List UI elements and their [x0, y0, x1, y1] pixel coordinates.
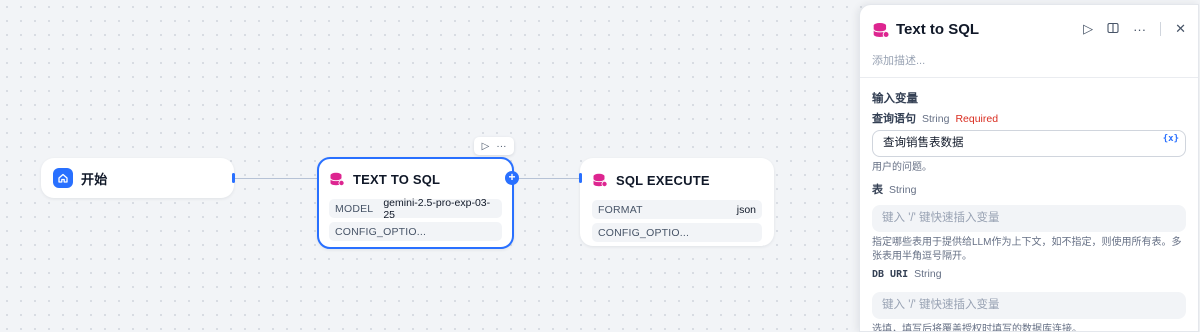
split-view-icon[interactable]	[1107, 22, 1119, 37]
node-settings-panel: Text to SQL ▷ ··· ✕ 添加描述... 输入变量 查询语句 St…	[859, 4, 1199, 332]
field-query: 查询语句 String Required 查询销售表数据 {x} 用户的问题。	[860, 110, 1198, 175]
param-key: FORMAT	[598, 203, 643, 216]
database-icon	[329, 171, 345, 187]
play-icon[interactable]: ▷	[1083, 21, 1093, 37]
node-sql-execute-input-port[interactable]	[579, 173, 582, 183]
divider	[1160, 22, 1162, 36]
node-start[interactable]: 开始	[41, 158, 234, 198]
param-key: CONFIG_OPTIO...	[335, 225, 427, 238]
node-start-output-port[interactable]	[232, 173, 235, 183]
field-label: DB URI String	[872, 268, 1186, 286]
field-name: DB URI	[872, 269, 909, 280]
node-sql-execute[interactable]: SQL EXECUTE FORMAT json CONFIG_OPTIO...	[580, 158, 774, 246]
param-value: gemini-2.5-pro-exp-03-25	[383, 196, 491, 221]
panel-header: Text to SQL ▷ ··· ✕	[860, 5, 1198, 53]
field-hint: 选填，填写后将覆盖授权时填写的数据库连接。	[872, 324, 1082, 332]
add-next-node-button[interactable]: +	[505, 171, 519, 185]
node-param-config-options: CONFIG_OPTIO...	[592, 223, 762, 242]
db-uri-input[interactable]: 键入 '/' 键快速插入变量	[872, 292, 1186, 319]
query-input[interactable]: 查询销售表数据 {x}	[872, 130, 1186, 157]
node-param-model: MODEL gemini-2.5-pro-exp-03-25	[329, 196, 502, 221]
field-db-uri: DB URI String 键入 '/' 键快速插入变量 选填，填写后将覆盖授权…	[860, 268, 1198, 332]
home-icon	[53, 168, 73, 188]
node-param-format: FORMAT json	[592, 200, 762, 219]
tables-input-placeholder: 键入 '/' 键快速插入变量	[882, 212, 1000, 224]
edge-text-to-sql-to-sql-execute	[513, 178, 581, 179]
field-tables: 表 String 键入 '/' 键快速插入变量 指定哪些表用于提供给LLM作为上…	[860, 181, 1198, 264]
node-text-to-sql[interactable]: TEXT TO SQL MODEL gemini-2.5-pro-exp-03-…	[317, 157, 514, 249]
query-input-value: 查询销售表数据	[883, 137, 964, 149]
panel-title[interactable]: Text to SQL	[896, 21, 979, 38]
database-icon	[592, 172, 608, 188]
param-value: json	[736, 203, 756, 216]
database-icon	[872, 21, 890, 38]
required-badge: Required	[955, 113, 999, 125]
field-type: String	[922, 113, 950, 125]
field-name: 查询语句	[872, 113, 916, 125]
insert-variable-button[interactable]: {x}	[1163, 127, 1179, 152]
node-toolbar: ▷ ···	[474, 137, 514, 155]
field-type: String	[914, 268, 942, 280]
edge-start-to-text-to-sql	[234, 178, 318, 179]
field-type: String	[889, 184, 917, 196]
node-start-title: 开始	[81, 171, 108, 187]
node-sql-execute-title: SQL EXECUTE	[616, 172, 710, 188]
node-param-config-options: CONFIG_OPTIO...	[329, 222, 502, 241]
param-key: MODEL	[335, 202, 374, 215]
field-name: 表	[872, 184, 883, 196]
field-hint: 指定哪些表用于提供给LLM作为上下文，如不指定，则使用所有表。多张表用半角逗号隔…	[872, 237, 1182, 262]
panel-actions: ▷ ··· ✕	[1083, 21, 1186, 37]
more-icon[interactable]: ···	[1133, 22, 1146, 37]
field-hint: 用户的问题。	[872, 162, 932, 173]
more-icon[interactable]: ···	[496, 141, 506, 152]
close-icon[interactable]: ✕	[1175, 21, 1186, 37]
node-text-to-sql-title: TEXT TO SQL	[353, 171, 441, 187]
tables-input[interactable]: 键入 '/' 键快速插入变量	[872, 205, 1186, 232]
input-variables-title: 输入变量	[872, 93, 918, 105]
field-label: 查询语句 String Required	[872, 110, 1186, 128]
field-label: 表 String	[872, 181, 1186, 199]
play-icon[interactable]: ▷	[482, 141, 490, 152]
param-key: CONFIG_OPTIO...	[598, 226, 690, 239]
db-uri-input-placeholder: 键入 '/' 键快速插入变量	[882, 299, 1000, 311]
description-input[interactable]: 添加描述...	[860, 53, 1198, 77]
